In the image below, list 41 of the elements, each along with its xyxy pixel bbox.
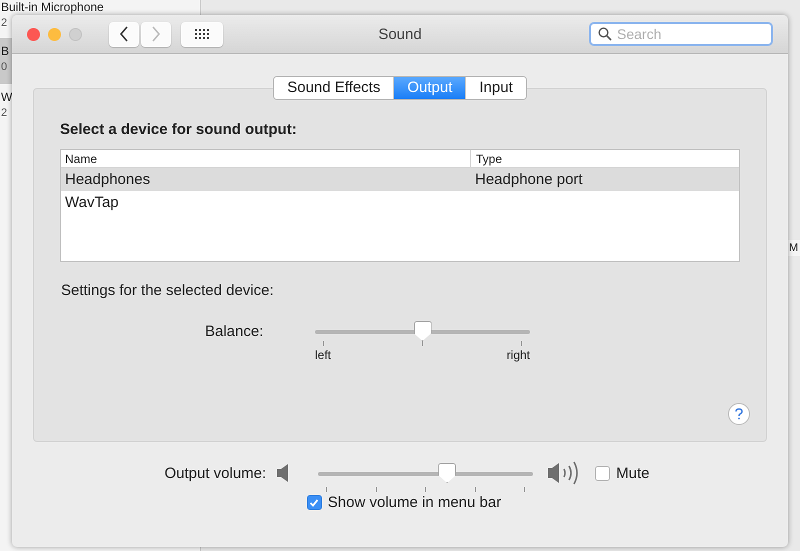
search-field[interactable]: Search (589, 22, 773, 46)
tick-label: right (506, 348, 530, 362)
column-header: M (787, 240, 800, 256)
device-row[interactable]: WavTap (61, 191, 739, 214)
column-header: Type (470, 150, 502, 167)
list-item-title: W (1, 90, 12, 104)
section-heading: Select a device for sound output: (60, 121, 298, 138)
mute-label: Mute (616, 464, 650, 482)
menu-bar-label: Show volume in menu bar (328, 494, 502, 511)
tick-label: left (315, 348, 332, 362)
list-item-title: Built-in Microphone (1, 0, 104, 14)
device-row[interactable]: Headphones Headphone port (61, 168, 739, 191)
search-icon (598, 27, 612, 41)
slider-thumb[interactable] (438, 463, 456, 483)
slider-thumb[interactable] (414, 321, 432, 341)
grid-icon (194, 28, 210, 40)
chevron-right-icon (151, 26, 161, 42)
list-item-title: B (1, 44, 10, 58)
show-all-button[interactable] (181, 22, 223, 46)
settings-label: Settings for the selected device: (61, 282, 275, 299)
balance-slider[interactable] (315, 321, 530, 341)
menu-bar-checkbox[interactable] (306, 495, 322, 510)
minimize-button[interactable] (48, 28, 61, 40)
list-item-subtitle: 2 (1, 106, 8, 121)
speaker-quiet-icon (276, 463, 290, 483)
question-mark-icon (734, 408, 744, 420)
checkmark-icon (309, 498, 320, 508)
back-button[interactable] (109, 22, 139, 46)
volume-label: Output volume: (164, 464, 266, 482)
balance-label: Balance: (205, 323, 264, 342)
column-header: Name (64, 150, 98, 167)
help-button[interactable] (728, 403, 750, 425)
mute-checkbox[interactable] (595, 466, 610, 480)
list-item-subtitle: 0 (1, 60, 8, 75)
window-title: Sound (377, 26, 423, 42)
close-button[interactable] (27, 28, 40, 40)
volume-slider[interactable] (318, 463, 534, 483)
tab[interactable]: Input (465, 77, 526, 99)
list-item-subtitle: 2 (1, 16, 8, 31)
zoom-button[interactable] (69, 28, 82, 40)
chevron-left-icon (119, 26, 129, 42)
